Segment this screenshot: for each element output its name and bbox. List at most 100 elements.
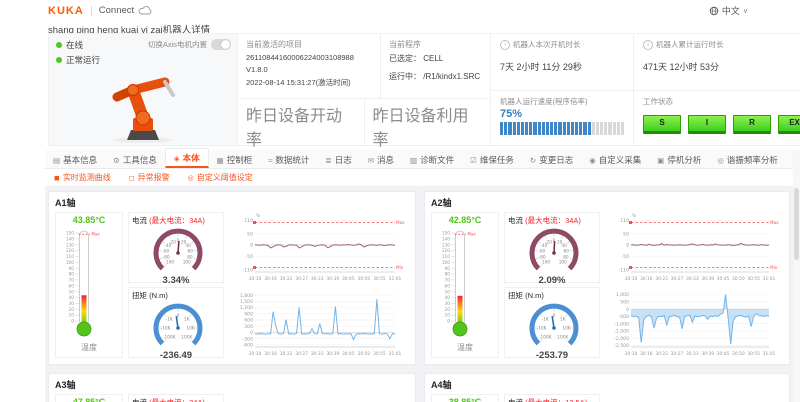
tab-icon: ≣ — [325, 156, 331, 165]
svg-text:-110: -110 — [243, 268, 254, 274]
scrollbar-thumb[interactable] — [794, 188, 799, 260]
tab-4[interactable]: ≈ 数据统计 — [260, 151, 317, 168]
current-line-chart — [229, 394, 409, 402]
tab-label: 诊断文件 — [420, 154, 454, 166]
svg-text:10: 10 — [69, 313, 75, 319]
svg-text:30:27: 30:27 — [295, 276, 308, 282]
speed-segment — [604, 122, 607, 135]
svg-text:30:45: 30:45 — [717, 276, 730, 282]
speed-segment — [588, 122, 591, 135]
svg-text:500: 500 — [620, 300, 629, 306]
subtab-1[interactable]: ◻ 异常报警 — [120, 172, 179, 183]
tab-5[interactable]: ≣ 日志 — [317, 151, 359, 168]
svg-text:50: 50 — [623, 232, 629, 238]
active-project-title: 当前激活的项目 — [246, 39, 372, 50]
svg-text:120: 120 — [442, 248, 450, 254]
axis-motor-toggle[interactable] — [211, 39, 231, 50]
work-state-EXT: EXT — [778, 115, 800, 134]
current-max-label: (最大电流：34A) — [525, 216, 581, 225]
svg-text:140: 140 — [66, 236, 74, 242]
speed-segment — [521, 122, 524, 135]
svg-text:20: 20 — [69, 307, 75, 313]
svg-text:10: 10 — [445, 313, 451, 319]
tab-7[interactable]: ▨ 诊断文件 — [402, 151, 462, 168]
svg-text:-10K: -10K — [537, 326, 547, 332]
svg-text:50: 50 — [247, 232, 253, 238]
svg-text:30:45: 30:45 — [342, 351, 355, 357]
axis-name: A1轴 — [55, 196, 409, 209]
main-tab-bar: ▤ 基本信息 ⚙ 工具信息 ◈ 本体 ▦ 控制柜 ≈ 数据统计 ≣ 日志 ✉ 消… — [45, 150, 793, 169]
svg-text:30:33: 30:33 — [686, 351, 699, 357]
tab-12[interactable]: ◎ 谐振频率分析 — [709, 151, 786, 168]
tab-10[interactable]: ◉ 自定义采集 — [581, 151, 649, 168]
axis-motor-toggle-group: 切换Axis电机内置 — [148, 39, 231, 50]
axis-card-4: A4轴 38.85°C 0102030405060708090100110120… — [424, 373, 790, 402]
project-card: 当前激活的项目 26110844160006224003108988 V1.8.… — [238, 33, 490, 146]
temperature-widget: 38.85°C 01020304050607080901001101201301… — [431, 394, 499, 402]
temperature-label: 温度 — [81, 342, 97, 353]
tab-8[interactable]: ☑ 维保任务 — [462, 151, 522, 168]
svg-text:130: 130 — [66, 242, 74, 248]
work-state-R: R — [733, 115, 771, 134]
speed-segment — [533, 122, 536, 135]
svg-text:-60: -60 — [538, 249, 545, 255]
speed-segment — [554, 122, 557, 135]
svg-text:-50: -50 — [621, 254, 629, 260]
vertical-scrollbar[interactable] — [793, 150, 800, 402]
temperature-value: 42.85°C — [449, 215, 482, 225]
svg-text:0: 0 — [250, 330, 253, 336]
tab-icon: ◎ — [717, 156, 724, 165]
project-info: 当前激活的项目 26110844160006224003108988 V1.8.… — [238, 34, 490, 99]
svg-text:60: 60 — [69, 283, 75, 289]
speed-segment — [621, 122, 624, 135]
speed-label: 机器人运行速度(程序倍率) — [500, 96, 588, 107]
work-state-indicators: SIREXT — [643, 115, 800, 134]
work-state-label: 工作状态 — [643, 96, 673, 107]
tab-6[interactable]: ✉ 消息 — [360, 151, 402, 168]
language-selector[interactable]: 中文 ∨ — [709, 4, 748, 17]
project-version: V1.8.0 — [246, 65, 372, 74]
temperature-value: 38.85°C — [449, 397, 482, 402]
running-status: 正常运行 — [56, 54, 100, 66]
subtab-0[interactable]: ◼ 实时监测曲线 — [45, 172, 120, 183]
svg-text:40: 40 — [185, 243, 191, 249]
work-state-S: S — [643, 115, 681, 134]
running-dot-icon — [56, 57, 62, 63]
project-id: 26110844160006224003108988 — [246, 53, 372, 62]
tab-0[interactable]: ▤ 基本信息 — [45, 151, 105, 168]
svg-text:110: 110 — [620, 218, 629, 224]
tab-3[interactable]: ▦ 控制柜 — [209, 151, 261, 168]
tab-icon: ≈ — [268, 156, 272, 165]
svg-text:30:39: 30:39 — [326, 351, 339, 357]
speed-segment — [567, 122, 570, 135]
subtab-icon: ◎ — [188, 174, 194, 182]
svg-text:-2,500: -2,500 — [614, 343, 629, 349]
kuka-logo: KUKA — [48, 5, 84, 17]
robot-status-card: 在线 正常运行 切换Axis电机内置 — [48, 33, 238, 146]
tab-label: 本体 — [183, 152, 200, 164]
tab-icon: ✉ — [368, 156, 374, 165]
tab-1[interactable]: ⚙ 工具信息 — [105, 151, 165, 168]
tab-icon: ▨ — [410, 156, 417, 165]
speed-segment — [558, 122, 561, 135]
svg-text:30:10: 30:10 — [625, 351, 638, 357]
tab-9[interactable]: ↻ 变更日志 — [522, 151, 581, 168]
tab-11[interactable]: ▣ 停机分析 — [649, 151, 709, 168]
svg-text:600: 600 — [244, 318, 253, 324]
svg-text:90: 90 — [69, 266, 75, 272]
online-status: 在线 — [56, 39, 100, 51]
speed-value: 75% — [500, 108, 624, 120]
temperature-widget: 43.85°C 01020304050607080901001101201301… — [55, 212, 123, 358]
current-max-label: (最大电流：13.5A) — [525, 398, 587, 402]
temperature-widget: 42.85°C 01020304050607080901001101201301… — [431, 212, 499, 358]
svg-text:150: 150 — [442, 231, 450, 237]
axis-grid: A1轴 43.85°C 0102030405060708090100110120… — [45, 187, 793, 402]
subtab-2[interactable]: ◎ 自定义阈值设定 — [179, 172, 262, 183]
svg-text:100K: 100K — [181, 334, 192, 340]
cloud-icon — [138, 5, 153, 16]
svg-text:1,200: 1,200 — [240, 305, 253, 311]
tab-2[interactable]: ◈ 本体 — [165, 148, 209, 168]
current-max-label: (最大电流：34A) — [149, 216, 205, 225]
speed-segment — [529, 122, 532, 135]
svg-text:100K: 100K — [557, 334, 568, 340]
